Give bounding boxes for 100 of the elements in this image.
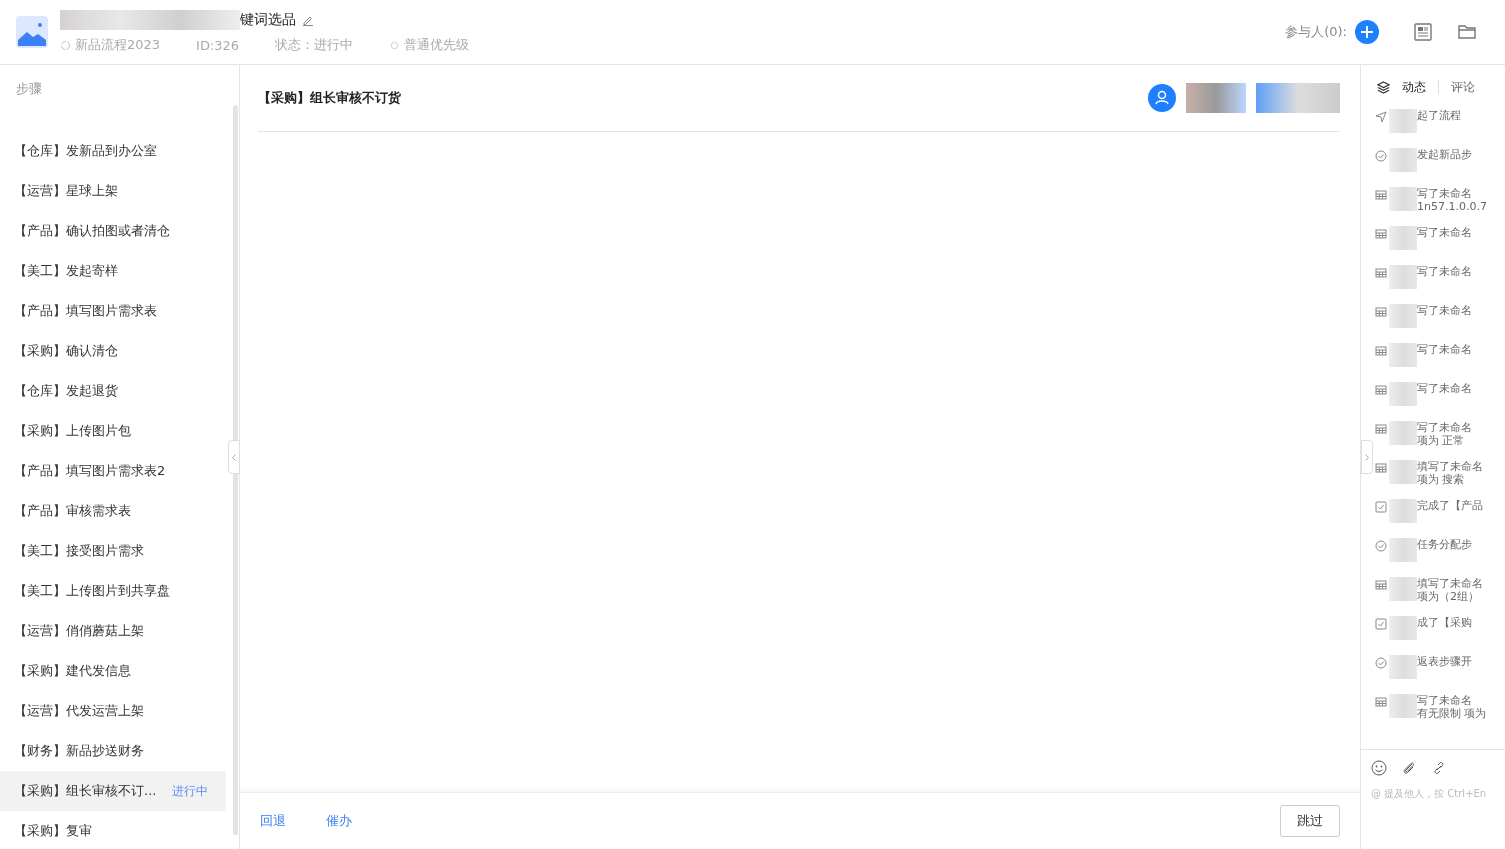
step-item[interactable]: 【产品】填写图片需求表 [0,291,226,331]
link-icon[interactable] [1431,760,1447,776]
activity-text: 写了未命名 [1417,421,1472,434]
step-item[interactable]: 【产品】填写图片需求表2 [0,451,226,491]
task-id: ID:326 [196,37,240,53]
redacted-block [1389,655,1417,679]
redacted-block [1389,148,1417,172]
redacted-block [1389,304,1417,328]
activity-text: 写了未命名 [1417,226,1472,239]
table-icon [1375,345,1387,357]
redacted-block [1389,226,1417,250]
step-item[interactable]: 【美工】接受图片需求 [0,531,226,571]
step-item[interactable]: 【产品】审核需求表 [0,491,226,531]
check-circle-icon [1375,150,1387,162]
collapse-handle[interactable] [228,440,240,474]
step-item[interactable]: 【采购】复审 [0,811,226,849]
image-icon [16,16,48,48]
step-item[interactable]: 【财务】新品抄送财务 [0,731,226,771]
activity-text: 任务分配步 [1417,538,1472,551]
skip-button[interactable]: 跳过 [1280,805,1340,837]
redacted-block [1389,343,1417,367]
step-item[interactable]: 【采购】建代发信息 [0,651,226,691]
step-item[interactable]: 【美工】发起寄样 [0,251,226,291]
table-icon [1375,579,1387,591]
activity-text: 填写了未命名 [1417,460,1483,473]
send-icon [1375,111,1387,123]
chevron-left-icon [231,452,237,462]
activity-text: 完成了【产品 [1417,499,1483,512]
panel-tab[interactable]: 动态 [1402,78,1426,96]
priority-icon [389,39,401,51]
redacted-block [1389,460,1417,484]
activity-text: 写了未命名 [1417,265,1472,278]
redacted-block [1389,421,1417,445]
step-title: 【采购】组长审核不订货 [258,89,401,107]
table-icon [1375,189,1387,201]
task-status: 状态：进行中 [275,36,354,54]
checkbox-icon [1375,618,1387,630]
activity-text: 填写了未命名 [1417,577,1483,590]
step-item[interactable]: 【仓库】发起退货 [0,371,226,411]
table-icon [1375,384,1387,396]
panel-tab[interactable]: 评论 [1451,78,1475,96]
folder-icon[interactable] [1457,22,1477,42]
edit-icon[interactable] [302,14,314,26]
step-item[interactable]: 【采购】组长审核不订... 进行中 [0,771,226,811]
priority-label: 普通优先级 [404,36,470,54]
table-icon [1375,228,1387,240]
person-avatar-icon [1148,84,1176,112]
activity-text: 项为（2组） [1417,590,1480,603]
redacted-block [1389,382,1417,406]
expand-handle[interactable] [1361,440,1373,474]
table-icon [1375,462,1387,474]
redacted-block [1389,538,1417,562]
chevron-right-icon [1364,452,1370,462]
table-icon [1375,267,1387,279]
activity-text: 发起新品步 [1417,148,1472,161]
check-circle-icon [1375,657,1387,669]
table-icon [1375,423,1387,435]
redacted-block [1389,694,1417,718]
redacted-block [1186,83,1246,113]
activity-text: 项为 搜索 [1417,473,1466,486]
activity-text: 项为 正常 [1417,434,1466,447]
participants-label: 参与人(0): [1285,23,1347,41]
step-item[interactable]: 【仓库】发新品到办公室 [0,131,226,171]
redacted-block [1389,577,1417,601]
redacted-block [1389,265,1417,289]
table-icon [1375,306,1387,318]
step-item[interactable]: 【运营】代发运营上架 [0,691,226,731]
check-circle-icon [1375,540,1387,552]
flow-name: 新品流程2023 [75,36,161,54]
step-item[interactable]: 【产品】确认拍图或者清仓 [0,211,226,251]
activity-text: 写了未命名 [1417,187,1473,200]
action-link[interactable]: 回退 [260,812,286,830]
activity-text: 写了未命名 [1417,382,1472,395]
redacted-block [1389,499,1417,523]
add-icon[interactable] [1355,20,1379,44]
redacted-block [1389,109,1417,133]
smiley-icon[interactable] [1371,760,1387,776]
table-icon [1375,696,1387,708]
step-item[interactable]: 【采购】上传图片包 [0,411,226,451]
layers-icon [1377,80,1390,94]
step-item[interactable]: 【采购】确认清仓 [0,331,226,371]
activity-text: 写了未命名 [1417,343,1472,356]
activity-text: 写了未命名 [1417,304,1472,317]
activity-text: 有无限制 项为 [1417,707,1487,720]
scrollbar[interactable] [233,105,238,835]
action-link[interactable]: 催办 [326,812,352,830]
step-item[interactable]: 【美工】上传图片到共享盘 [0,571,226,611]
checkbox-icon [1375,501,1387,513]
redacted-block [1389,616,1417,640]
document-icon[interactable] [1413,22,1433,42]
refresh-icon [60,39,71,51]
activity-text: 成了【采购 [1417,616,1472,629]
redacted-block [1389,187,1417,211]
activity-text: 写了未命名 [1417,694,1473,707]
activity-text: 起了流程 [1417,109,1461,122]
steps-heading: 步骤 [15,80,43,98]
step-item[interactable]: 【运营】星球上架 [0,171,226,211]
paperclip-icon[interactable] [1401,760,1417,776]
step-item[interactable]: 【运营】俏俏蘑菇上架 [0,611,226,651]
activity-text: 1n57.1.0.0.7 [1417,200,1487,213]
